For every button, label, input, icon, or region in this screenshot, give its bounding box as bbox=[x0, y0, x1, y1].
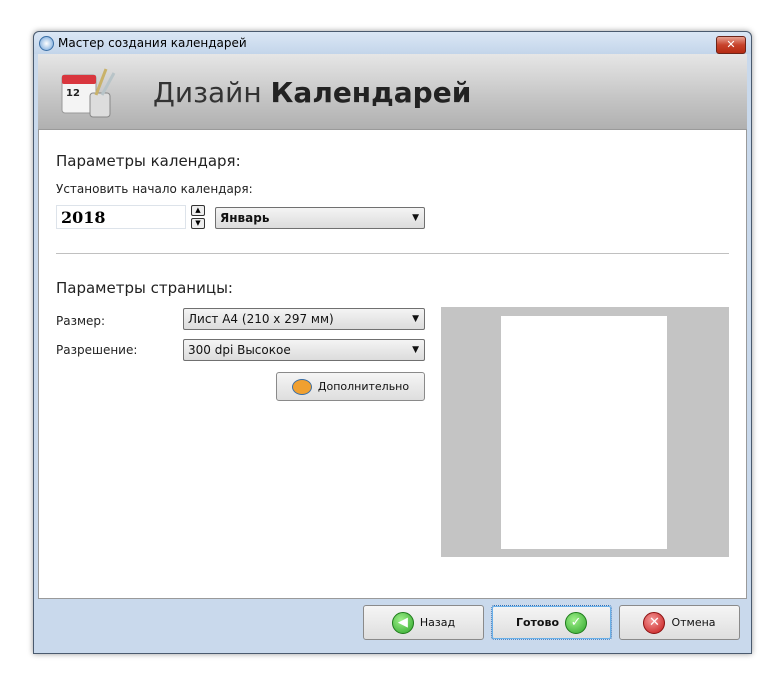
resolution-label: Разрешение: bbox=[56, 343, 138, 357]
advanced-button[interactable]: Дополнительно bbox=[276, 372, 425, 401]
calendar-paint-icon: 12 bbox=[61, 68, 116, 118]
svg-text:12: 12 bbox=[66, 88, 80, 99]
cancel-label: Отмена bbox=[671, 616, 716, 629]
window-title: Мастер создания календарей bbox=[58, 36, 247, 50]
settings-brush-icon bbox=[291, 378, 312, 395]
start-label: Установить начало календаря: bbox=[56, 182, 253, 196]
done-label: Готово bbox=[515, 616, 560, 629]
done-button[interactable]: Готово ✓ bbox=[491, 605, 612, 640]
arrow-left-icon: ◀ bbox=[391, 611, 414, 634]
calendar-params-heading: Параметры календаря: bbox=[56, 152, 241, 170]
app-icon bbox=[39, 36, 54, 51]
page-preview-sheet bbox=[501, 316, 667, 549]
chevron-down-icon: ▼ bbox=[412, 345, 419, 355]
size-select[interactable]: Лист A4 (210 x 297 мм) ▼ bbox=[183, 308, 425, 330]
wizard-window: Мастер создания календарей ✕ 12 Дизайн К… bbox=[33, 31, 752, 654]
spin-down-icon[interactable]: ▼ bbox=[191, 218, 205, 229]
year-input[interactable]: 2018 bbox=[56, 205, 186, 229]
cancel-x-icon: ✕ bbox=[643, 611, 666, 634]
content-panel: Параметры календаря: Установить начало к… bbox=[38, 129, 747, 599]
resolution-value: 300 dpi Высокое bbox=[188, 343, 291, 357]
header-title-bold: Календарей bbox=[270, 76, 472, 109]
spin-up-icon[interactable]: ▲ bbox=[191, 205, 205, 216]
divider bbox=[56, 253, 729, 254]
chevron-down-icon: ▼ bbox=[412, 314, 419, 324]
back-button[interactable]: ◀ Назад bbox=[363, 605, 484, 640]
header-banner: 12 Дизайн Календарей bbox=[38, 54, 747, 129]
size-value: Лист A4 (210 x 297 мм) bbox=[188, 312, 334, 326]
resolution-select[interactable]: 300 dpi Высокое ▼ bbox=[183, 339, 425, 361]
header-title-light: Дизайн bbox=[153, 76, 262, 109]
back-label: Назад bbox=[419, 616, 456, 629]
cancel-button[interactable]: ✕ Отмена bbox=[619, 605, 740, 640]
month-select[interactable]: Январь ▼ bbox=[215, 207, 425, 229]
month-value: Январь bbox=[220, 211, 270, 225]
check-icon: ✓ bbox=[565, 611, 588, 634]
year-spinner[interactable]: ▲ ▼ bbox=[191, 205, 205, 229]
advanced-button-label: Дополнительно bbox=[317, 380, 410, 393]
title-bar: Мастер создания календарей ✕ bbox=[34, 32, 751, 54]
chevron-down-icon: ▼ bbox=[412, 213, 419, 223]
page-params-heading: Параметры страницы: bbox=[56, 279, 233, 297]
close-button[interactable]: ✕ bbox=[716, 36, 746, 54]
size-label: Размер: bbox=[56, 314, 106, 328]
page-preview bbox=[441, 307, 729, 557]
header-title: Дизайн Календарей bbox=[153, 76, 471, 109]
